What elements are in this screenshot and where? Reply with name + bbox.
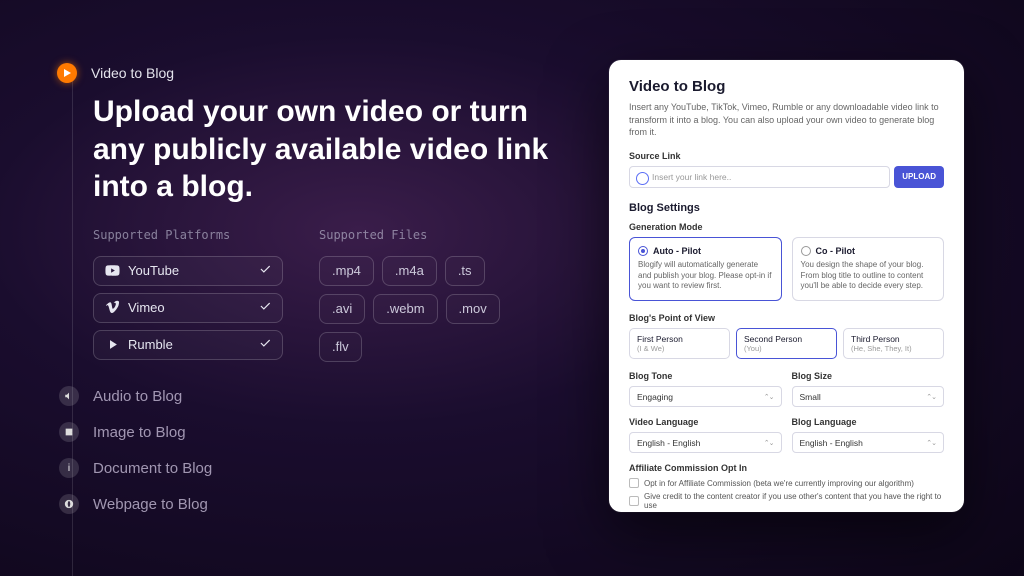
platforms-label: Supported Platforms [93, 228, 283, 242]
files-column: Supported Files .mp4 .m4a .ts .avi .webm… [319, 228, 519, 367]
pov-sub: (I & We) [637, 344, 722, 353]
feature-item-document[interactable]: i Document to Blog [59, 458, 212, 478]
pov-first-person[interactable]: First Person (I & We) [629, 328, 730, 359]
feature-crumb-label: Video to Blog [91, 65, 174, 81]
file-pill-row: .mp4 .m4a .ts .avi .webm .mov .flv [319, 256, 519, 362]
source-link-label: Source Link [629, 151, 944, 161]
feature-label: Document to Blog [93, 460, 212, 477]
pov-title: Third Person [851, 334, 936, 344]
checkbox-icon [629, 478, 639, 488]
video-language-select[interactable]: English - English [629, 432, 782, 453]
affiliate-checkbox-1[interactable]: Opt in for Affiliate Commission (beta we… [629, 478, 944, 488]
file-pill: .flv [319, 332, 362, 362]
radio-icon [801, 246, 811, 256]
blog-settings-label: Blog Settings [629, 202, 944, 214]
panel-desc: Insert any YouTube, TikTok, Vimeo, Rumbl… [629, 101, 944, 139]
source-link-input[interactable]: Insert your link here.. [629, 166, 890, 188]
platforms-column: Supported Platforms YouTube Vimeo Rumble [93, 228, 283, 367]
check-icon [258, 336, 272, 353]
check-icon [258, 262, 272, 279]
feature-item-image[interactable]: Image to Blog [59, 422, 212, 442]
blog-tone-select[interactable]: Engaging [629, 386, 782, 407]
file-pill: .webm [373, 294, 437, 324]
blog-tone-label: Blog Tone [629, 371, 782, 381]
document-icon: i [59, 458, 79, 478]
headline: Upload your own video or turn any public… [93, 93, 563, 206]
platform-label: YouTube [128, 263, 179, 278]
pov-third-person[interactable]: Third Person (He, She, They, It) [843, 328, 944, 359]
settings-panel: Video to Blog Insert any YouTube, TikTok… [609, 60, 964, 512]
file-pill: .ts [445, 256, 485, 286]
feature-item-audio[interactable]: Audio to Blog [59, 386, 212, 406]
pov-label: Blog's Point of View [629, 313, 944, 323]
mode-title: Co - Pilot [816, 246, 856, 256]
file-pill: .avi [319, 294, 365, 324]
pov-sub: (He, She, They, It) [851, 344, 936, 353]
file-pill: .mp4 [319, 256, 374, 286]
blog-size-select[interactable]: Small [792, 386, 945, 407]
audio-icon [59, 386, 79, 406]
mode-desc: You design the shape of your blog. From … [801, 260, 936, 292]
radio-icon [638, 246, 648, 256]
youtube-icon [104, 263, 120, 279]
panel-title: Video to Blog [629, 78, 944, 95]
webpage-icon [59, 494, 79, 514]
blog-language-select[interactable]: English - English [792, 432, 945, 453]
checkbox-icon [629, 496, 639, 506]
platform-label: Vimeo [128, 300, 165, 315]
pov-second-person[interactable]: Second Person (You) [736, 328, 837, 359]
feature-label: Webpage to Blog [93, 496, 208, 513]
left-column: Video to Blog Upload your own video or t… [63, 63, 563, 367]
active-feature-header: Video to Blog [57, 63, 563, 83]
vimeo-icon [104, 300, 120, 316]
feature-item-webpage[interactable]: Webpage to Blog [59, 494, 212, 514]
blog-language-label: Blog Language [792, 417, 945, 427]
play-icon [57, 63, 77, 83]
pov-title: First Person [637, 334, 722, 344]
checkbox-label: Opt in for Affiliate Commission (beta we… [644, 479, 914, 488]
files-label: Supported Files [319, 228, 519, 242]
platform-label: Rumble [128, 337, 173, 352]
affiliate-checkbox-2[interactable]: Give credit to the content creator if yo… [629, 492, 944, 510]
feature-label: Audio to Blog [93, 388, 182, 405]
video-language-label: Video Language [629, 417, 782, 427]
file-pill: .m4a [382, 256, 437, 286]
mode-card-auto-pilot[interactable]: Auto - Pilot Blogify will automatically … [629, 237, 782, 301]
mode-card-co-pilot[interactable]: Co - Pilot You design the shape of your … [792, 237, 945, 301]
check-icon [258, 299, 272, 316]
file-pill: .mov [446, 294, 500, 324]
affiliate-label: Affiliate Commission Opt In [629, 463, 944, 473]
other-features-list: Audio to Blog Image to Blog i Document t… [59, 386, 212, 530]
platform-item-youtube: YouTube [93, 256, 283, 286]
checkbox-label: Give credit to the content creator if yo… [644, 492, 944, 510]
pov-sub: (You) [744, 344, 829, 353]
upload-button[interactable]: UPLOAD [894, 166, 944, 188]
generation-mode-label: Generation Mode [629, 222, 944, 232]
platform-item-rumble: Rumble [93, 330, 283, 360]
pov-title: Second Person [744, 334, 829, 344]
image-icon [59, 422, 79, 442]
mode-title: Auto - Pilot [653, 246, 701, 256]
rumble-icon [104, 337, 120, 353]
blog-size-label: Blog Size [792, 371, 945, 381]
platform-item-vimeo: Vimeo [93, 293, 283, 323]
mode-desc: Blogify will automatically generate and … [638, 260, 773, 292]
feature-label: Image to Blog [93, 424, 186, 441]
